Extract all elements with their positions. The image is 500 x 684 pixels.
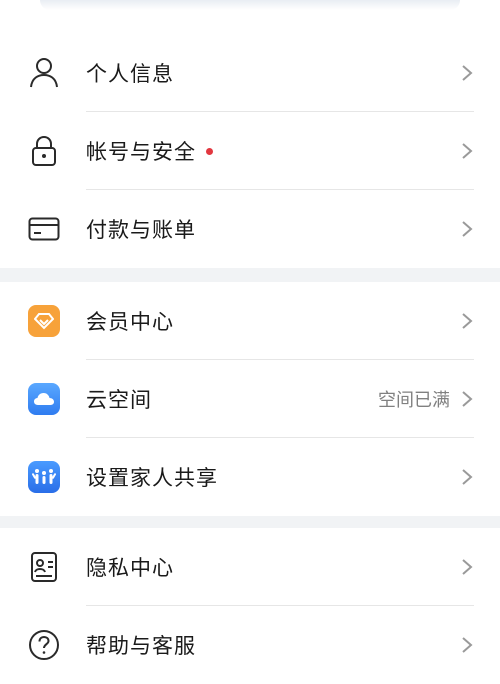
row-member-center[interactable]: 会员中心 — [0, 282, 500, 360]
privacy-card-icon — [28, 551, 60, 583]
diamond-icon — [28, 305, 60, 337]
top-card-edge — [0, 0, 500, 34]
row-family-sharing[interactable]: 设置家人共享 — [0, 438, 500, 516]
row-label-member-center: 会员中心 — [86, 310, 174, 334]
alert-dot — [206, 147, 213, 155]
row-personal-info[interactable]: 个人信息 — [0, 34, 500, 112]
row-cloud-space[interactable]: 云空间 空间已满 — [0, 360, 500, 438]
row-help-service[interactable]: 帮助与客服 — [0, 606, 500, 684]
account-group: 个人信息 帐号与安全 付款与账单 — [0, 34, 500, 268]
help-group: 隐私中心 帮助与客服 — [0, 528, 500, 684]
row-account-security[interactable]: 帐号与安全 — [0, 112, 500, 190]
row-label-cloud-space: 云空间 — [86, 388, 152, 412]
row-payment-billing[interactable]: 付款与账单 — [0, 190, 500, 268]
chevron-right-icon — [462, 559, 473, 575]
family-icon — [28, 461, 60, 493]
services-group: 会员中心 云空间 空间已满 设置家人共享 — [0, 282, 500, 516]
card-icon — [28, 213, 60, 245]
cloud-icon — [28, 383, 60, 415]
chevron-right-icon — [462, 469, 473, 485]
chevron-right-icon — [462, 637, 473, 653]
chevron-right-icon — [462, 143, 473, 159]
chevron-right-icon — [462, 65, 473, 81]
row-label-account-security: 帐号与安全 — [86, 136, 213, 166]
row-label-personal-info: 个人信息 — [86, 62, 174, 86]
chevron-right-icon — [462, 391, 473, 407]
row-label-help-service: 帮助与客服 — [86, 634, 196, 658]
row-privacy-center[interactable]: 隐私中心 — [0, 528, 500, 606]
row-label-privacy-center: 隐私中心 — [86, 556, 174, 580]
person-icon — [28, 57, 60, 89]
question-icon — [28, 629, 60, 661]
chevron-right-icon — [462, 313, 473, 329]
row-label-payment-billing: 付款与账单 — [86, 218, 196, 242]
row-label-family-sharing: 设置家人共享 — [86, 466, 218, 490]
chevron-right-icon — [462, 221, 473, 237]
lock-icon — [28, 135, 60, 167]
storage-status-text: 空间已满 — [378, 390, 450, 411]
